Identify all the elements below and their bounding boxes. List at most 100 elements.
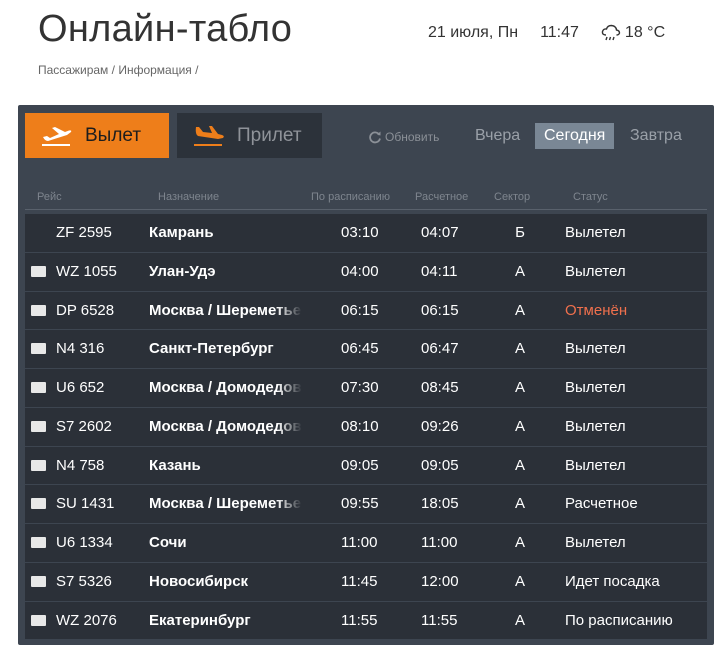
estimated-time: 06:15 [421,301,459,319]
sector: А [514,495,525,513]
table-row[interactable]: ZF 2595 Камрань 03:10 04:07 Б Вылетел [25,214,707,252]
flight-status: Расчетное [565,495,638,513]
destination: Екатеринбург [149,611,251,629]
flight-number: S7 2602 [56,417,112,435]
flight-number: WZ 2076 [56,611,117,629]
table-row[interactable]: SU 1431 Москва / Шереметьево 09:55 18:05 А Ра… [25,485,707,523]
airline-u6-icon [31,382,46,393]
rain-cloud-icon [601,24,621,41]
table-row[interactable]: N4 758 Казань 09:05 09:05 А Вылетел [25,446,707,485]
sector: А [514,417,525,435]
flight-number: N4 758 [56,456,105,474]
flight-number: U6 652 [56,379,105,396]
destination: Сочи [149,534,187,551]
airline-su-icon [31,498,46,510]
temperature: 18 °C [624,24,666,41]
flight-number: DP 6528 [56,301,115,319]
sector: А [514,572,525,590]
scheduled-time: 06:45 [341,340,379,358]
estimated-time: 09:26 [421,417,459,435]
flight-number: SU 1431 [56,495,115,513]
airline-logo-cell [31,330,47,368]
estimated-time: 06:47 [421,340,459,358]
table-row[interactable]: WZ 1055 Улан-Удэ 04:00 04:11 А Вылетел [25,252,707,291]
flight-number: WZ 1055 [56,262,117,280]
airline-dp-icon [31,304,46,316]
sector: А [514,301,525,319]
destination: Улан-Удэ [149,262,216,280]
header-divider [25,209,707,210]
day-today[interactable]: Сегодня [535,123,615,149]
table-row[interactable]: WZ 2076 Екатеринбург 11:55 11:55 А По расписа… [25,601,707,640]
breadcrumb: Пассажирам / Информация / [38,63,199,77]
table-row[interactable]: S7 S7 5326 Новосибирск 11:45 12:00 А Идет поса… [25,562,707,601]
table-row[interactable]: DP 6528 Москва / Шереметьево 06:15 06:15 А От… [25,291,707,330]
sector: А [514,611,525,629]
day-tomorrow[interactable]: Завтра [630,123,682,149]
destination: Москва / Шереметьево [149,495,302,513]
table-row[interactable]: S7 S7 2602 Москва / Домодедово 08:10 09:26 А В… [25,407,707,446]
airline-s7-icon: S7 [31,420,46,432]
column-flight: Рейс [37,191,62,203]
estimated-time: 08:45 [421,379,459,396]
scheduled-time: 11:45 [341,572,378,590]
destination: Новосибирск [149,572,249,590]
table-row[interactable]: N4 316 Санкт-Петербург 06:45 06:47 А Вылетел [25,330,707,368]
refresh-button[interactable]: Обновить [368,130,439,144]
airline-wz-icon [31,614,46,626]
column-status: Статус [573,191,608,203]
current-time: 11:47 [540,24,579,41]
sector: А [514,534,525,551]
tab-departure[interactable]: Вылет [25,113,169,158]
flight-status: Вылетел [565,379,626,396]
scheduled-time: 03:10 [341,224,379,241]
flight-status: Отменён [565,301,628,319]
estimated-time: 11:00 [421,534,458,551]
tab-departure-label: Вылет [85,124,142,146]
flight-status: Вылетел [565,417,626,435]
airline-u6-icon [31,537,46,548]
tab-arrival[interactable]: Прилет [177,113,322,158]
airline-n4-icon [31,343,46,355]
table-row[interactable]: U6 652 Москва / Домодедово 07:30 08:45 А Выле… [25,369,707,407]
airline-logo-cell: S7 [31,408,47,446]
destination: Москва / Домодедово [149,417,302,435]
scheduled-time: 09:05 [341,456,379,474]
column-destination: Назначение [158,191,220,203]
estimated-time: 04:07 [421,224,459,241]
departure-plane-icon [42,126,72,146]
flight-status: Вылетел [565,340,626,358]
scheduled-time: 11:00 [341,534,378,551]
destination: Санкт-Петербург [149,340,274,358]
destination: Москва / Домодедово [149,379,302,396]
flight-status: По расписанию [565,611,673,629]
flight-status: Идет посадка [565,572,660,590]
table-row[interactable]: U6 1334 Сочи 11:00 11:00 А Вылетел [25,524,707,562]
scheduled-time: 07:30 [341,379,379,396]
airline-s7-icon: S7 [31,575,46,587]
estimated-time: 11:55 [421,611,458,629]
airline-wz-icon [31,265,46,277]
airline-logo-cell [31,485,47,523]
breadcrumb-link-info[interactable]: Информация [118,63,191,77]
airline-n4-icon [31,459,46,471]
day-yesterday[interactable]: Вчера [475,123,520,149]
column-sector: Сектор [494,191,531,203]
airline-logo-cell: S7 [31,563,47,601]
column-estimated: Расчетное [415,191,469,203]
airline-logo-cell [31,524,47,562]
tab-arrival-label: Прилет [237,124,302,146]
header-info: 21 июля, Пн 11:47 18 °C [428,24,665,42]
flight-number: N4 316 [56,340,105,358]
sector: А [514,262,525,280]
estimated-time: 18:05 [421,495,459,513]
airline-logo-cell [31,369,47,407]
airline-logo-cell [31,602,47,640]
refresh-icon [369,131,381,144]
breadcrumb-link-passengers[interactable]: Пассажирам [38,63,108,77]
sector: А [514,340,525,358]
flight-board: Вылет Прилет Обновить Вчера Сегодня Завт… [18,105,714,645]
arrival-plane-icon [194,125,224,146]
scheduled-time: 06:15 [341,301,379,319]
page-title: Онлайн-табло [38,8,293,50]
